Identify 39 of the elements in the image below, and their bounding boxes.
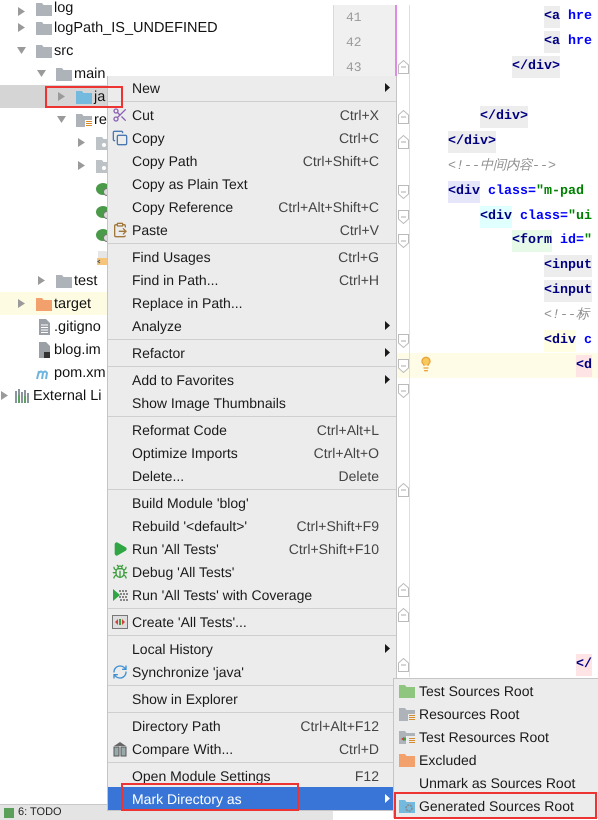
code-token: "	[584, 232, 592, 250]
code-token: c	[584, 332, 592, 350]
code-token: <a	[544, 6, 560, 28]
tree-item-label: External Li	[33, 388, 102, 404]
line-number: 41	[346, 10, 362, 25]
tree-item-label: logPath_IS_UNDEFINED	[54, 20, 218, 36]
tree-item-label: .gitigno	[54, 318, 101, 334]
tree-item-label: target	[54, 296, 92, 312]
code-token: <input	[544, 280, 592, 302]
code-token: <input	[544, 255, 592, 278]
tree-item-label: ja	[94, 88, 106, 104]
tree-item-label: src	[54, 42, 74, 58]
line-number: 42	[346, 34, 362, 50]
line-number: 43	[346, 60, 362, 75]
code-token: </div>	[448, 130, 496, 153]
code-token: <d	[576, 354, 592, 377]
tree-item-label: pom.xm	[54, 364, 106, 380]
tree-item-label: blog.im	[54, 342, 101, 358]
code-token: <a	[544, 31, 560, 54]
code-token: </div>	[480, 106, 528, 128]
code-token: hre	[568, 8, 592, 26]
tree-item-label: main	[74, 66, 106, 82]
code-token: <div	[448, 180, 480, 203]
tree-item-label: log	[54, 1, 74, 16]
code-token: </div>	[512, 56, 560, 78]
code-token: class=	[488, 182, 536, 201]
code-token: id=	[560, 232, 584, 250]
code-comment: <!--标	[544, 306, 589, 326]
code-token: </	[576, 654, 592, 676]
code-token: "m-pad	[536, 182, 584, 201]
code-token: "ui	[568, 208, 592, 226]
code-comment: <!--中间内容-->	[448, 156, 556, 176]
code-token: <div	[480, 206, 512, 228]
code-token: class=	[520, 208, 568, 226]
code-token: <div	[544, 330, 576, 352]
code-token: hre	[568, 33, 592, 52]
tree-item-label: test	[74, 272, 98, 288]
code-token: <form	[512, 230, 552, 252]
tree-item-label: re	[94, 112, 107, 128]
